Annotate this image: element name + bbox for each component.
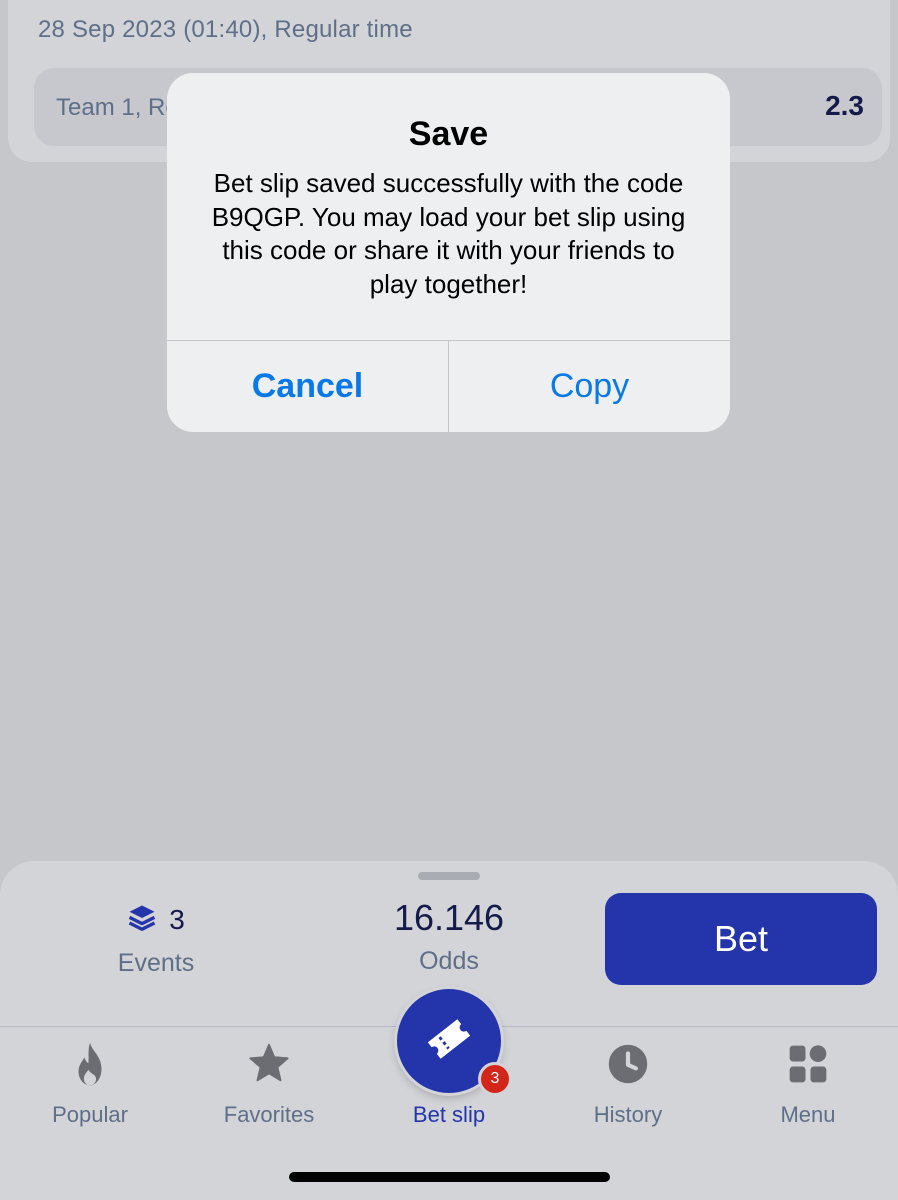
alert-title: Save <box>408 115 489 153</box>
sheet-grabber[interactable] <box>418 872 480 880</box>
events-count: 3 <box>169 904 185 935</box>
bet-button[interactable]: Bet <box>605 893 877 985</box>
tab-label-favorites: Favorites <box>223 1102 315 1127</box>
match-date: 28 Sep 2023 (01:40), Regular time <box>38 16 413 43</box>
odds-summary: 16.146 Odds <box>340 897 558 976</box>
copy-button[interactable]: Copy <box>449 341 730 432</box>
odds-label: Odds <box>419 947 479 975</box>
outcome-odds: 2.3 <box>825 90 864 121</box>
tab-favorites[interactable]: Favorites <box>194 1038 344 1128</box>
grid-icon <box>788 1044 828 1089</box>
clock-icon <box>607 1043 649 1090</box>
cancel-button[interactable]: Cancel <box>167 341 448 432</box>
star-icon <box>247 1042 291 1091</box>
tab-menu[interactable]: Menu <box>733 1038 883 1128</box>
layers-icon <box>127 903 157 938</box>
flame-icon <box>70 1041 110 1092</box>
events-summary: 3 Events <box>56 901 256 978</box>
tab-popular[interactable]: Popular <box>15 1038 165 1128</box>
tab-label-popular: Popular <box>52 1102 128 1127</box>
tab-label-bet-slip: Bet slip <box>412 1102 486 1127</box>
tab-label-menu: Menu <box>780 1102 836 1127</box>
total-odds: 16.146 <box>393 897 505 938</box>
bet-slip-badge: 3 <box>478 1062 512 1096</box>
save-alert-dialog: Save Bet slip saved successfully with th… <box>167 73 730 432</box>
home-indicator <box>289 1172 610 1182</box>
tab-label-history: History <box>593 1102 663 1127</box>
outcome-label: Team 1, Re <box>56 94 179 121</box>
ticket-icon <box>424 1014 474 1069</box>
tab-history[interactable]: History <box>553 1038 703 1128</box>
events-label: Events <box>117 949 195 977</box>
alert-message: Bet slip saved successfully with the cod… <box>211 168 686 299</box>
